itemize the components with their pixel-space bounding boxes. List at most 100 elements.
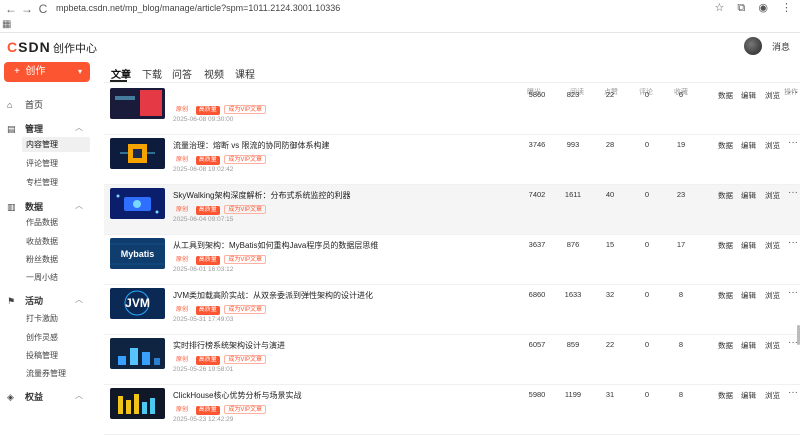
sidebar-item-weekly-summary[interactable]: 一周小结 bbox=[26, 272, 58, 283]
table-row[interactable]: 流量治理：熔断 vs 限流的协同防御体系构建 原创 高质量 成为VIP文章 20… bbox=[104, 135, 800, 185]
edit-button[interactable]: 编辑 bbox=[741, 190, 756, 201]
menu-icon[interactable]: ⋮ bbox=[781, 1, 792, 14]
sidebar-item-submission[interactable]: 投稿管理 bbox=[26, 350, 58, 361]
data-button[interactable]: 数据 bbox=[718, 190, 733, 201]
article-title[interactable]: 从工具到架构：MyBatis如何重构Java程序员的数据层思维 bbox=[173, 240, 378, 251]
edit-button[interactable]: 编辑 bbox=[741, 240, 756, 251]
data-button[interactable]: 数据 bbox=[718, 390, 733, 401]
table-row[interactable]: JVM JVM类加载高阶实战：从双亲委派到弹性架构的设计进化 原创 高质量 成为… bbox=[104, 285, 800, 335]
tag-vip[interactable]: 成为VIP文章 bbox=[224, 355, 267, 364]
browse-button[interactable]: 浏览 bbox=[765, 240, 780, 251]
article-thumbnail[interactable] bbox=[110, 138, 165, 169]
tab-videos[interactable]: 视频 bbox=[204, 66, 224, 81]
edit-button[interactable]: 编辑 bbox=[741, 140, 756, 151]
article-title[interactable]: JVM类加载高阶实战：从双亲委派到弹性架构的设计进化 bbox=[173, 290, 373, 301]
data-button[interactable]: 数据 bbox=[718, 290, 733, 301]
apps-icon[interactable]: ▦ bbox=[2, 19, 11, 30]
browse-button[interactable]: 浏览 bbox=[765, 140, 780, 151]
article-thumbnail[interactable]: Mybatis bbox=[110, 238, 165, 269]
avatar[interactable] bbox=[744, 37, 762, 55]
tab-downloads[interactable]: 下载 bbox=[142, 66, 162, 81]
data-button[interactable]: 数据 bbox=[718, 90, 733, 101]
edit-button[interactable]: 编辑 bbox=[741, 390, 756, 401]
plus-icon: + bbox=[14, 66, 20, 77]
reload-button[interactable]: C bbox=[36, 2, 50, 16]
article-thumbnail[interactable] bbox=[110, 338, 165, 369]
sidebar-item-works-data[interactable]: 作品数据 bbox=[26, 217, 58, 228]
article-thumbnail[interactable]: JVM bbox=[110, 288, 165, 319]
table-row[interactable]: ClickHouse核心优势分析与场景实战 原创 高质量 成为VIP文章 202… bbox=[104, 385, 800, 435]
exposure-count: 3637 bbox=[528, 240, 546, 249]
tag-vip[interactable]: 成为VIP文章 bbox=[224, 105, 267, 114]
sidebar-item-column-manage[interactable]: 专栏管理 bbox=[26, 177, 58, 188]
sidebar-item-income-data[interactable]: 收益数据 bbox=[26, 236, 58, 247]
browse-button[interactable]: 浏览 bbox=[765, 390, 780, 401]
more-icon[interactable]: ··· bbox=[788, 237, 798, 248]
table-row[interactable]: 实时排行榜系统架构设计与演进 原创 高质量 成为VIP文章 2025-05-26… bbox=[104, 335, 800, 385]
article-title[interactable]: ClickHouse核心优势分析与场景实战 bbox=[173, 390, 301, 401]
tab-articles[interactable]: 文章 bbox=[111, 66, 131, 81]
sidebar-item-content-manage[interactable]: 内容管理 bbox=[22, 137, 90, 152]
messages-link[interactable]: 消息 bbox=[772, 40, 790, 53]
sidebar-item-coupon[interactable]: 流量券管理 bbox=[26, 368, 66, 379]
comment-count: 0 bbox=[644, 340, 650, 349]
home-icon: ⌂ bbox=[7, 100, 13, 110]
article-title[interactable]: 流量治理：熔断 vs 限流的协同防御体系构建 bbox=[173, 140, 329, 151]
table-row[interactable]: Mybatis 从工具到架构：MyBatis如何重构Java程序员的数据层思维 … bbox=[104, 235, 800, 285]
star-icon[interactable]: ☆ bbox=[714, 1, 724, 14]
sidebar-section-activity[interactable]: ⚑ 活动 ︿ bbox=[7, 294, 83, 307]
tag-high-quality: 高质量 bbox=[195, 106, 220, 115]
tag-original: 原创 bbox=[176, 207, 189, 213]
article-date: 2025-05-31 17:49:03 bbox=[173, 316, 234, 323]
more-icon[interactable]: ··· bbox=[788, 137, 798, 148]
sidebar-item-home[interactable]: ⌂ 首页 bbox=[7, 98, 43, 111]
tab-courses[interactable]: 课程 bbox=[235, 66, 255, 81]
account-icon[interactable]: ◉ bbox=[758, 1, 768, 14]
edit-button[interactable]: 编辑 bbox=[741, 340, 756, 351]
chevron-up-icon: ︿ bbox=[75, 123, 83, 132]
sidebar-item-inspiration[interactable]: 创作灵感 bbox=[26, 332, 58, 343]
create-button[interactable]: + 创作 ▾ bbox=[4, 62, 90, 82]
chevron-up-icon: ︿ bbox=[75, 201, 83, 210]
tag-original: 原创 bbox=[176, 107, 189, 113]
more-icon[interactable]: ··· bbox=[788, 387, 798, 398]
article-title[interactable]: 实时排行榜系统架构设计与演进 bbox=[173, 340, 285, 351]
extensions-icon[interactable]: ⧉ bbox=[737, 2, 745, 15]
table-row[interactable]: 原创 高质量 成为VIP文章 2025-06-08 09:30:00 5860 … bbox=[104, 87, 800, 135]
browse-button[interactable]: 浏览 bbox=[765, 90, 780, 101]
tag-vip[interactable]: 成为VIP文章 bbox=[224, 305, 267, 314]
more-icon[interactable]: ··· bbox=[788, 87, 798, 98]
tag-vip[interactable]: 成为VIP文章 bbox=[224, 155, 267, 164]
data-button[interactable]: 数据 bbox=[718, 340, 733, 351]
browse-button[interactable]: 浏览 bbox=[765, 340, 780, 351]
address-bar[interactable]: mpbeta.csdn.net/mp_blog/manage/article?s… bbox=[56, 1, 716, 15]
article-thumbnail[interactable] bbox=[110, 88, 165, 119]
article-thumbnail[interactable] bbox=[110, 188, 165, 219]
edit-button[interactable]: 编辑 bbox=[741, 290, 756, 301]
forward-button[interactable]: → bbox=[20, 2, 34, 16]
sidebar-item-checkin[interactable]: 打卡激励 bbox=[26, 313, 58, 324]
more-icon[interactable]: ··· bbox=[788, 287, 798, 298]
tab-qa[interactable]: 问答 bbox=[172, 66, 192, 81]
sidebar-section-manage[interactable]: ▤ 管理 ︿ bbox=[7, 122, 83, 135]
back-button[interactable]: ← bbox=[4, 2, 18, 16]
tag-vip[interactable]: 成为VIP文章 bbox=[224, 405, 267, 414]
data-button[interactable]: 数据 bbox=[718, 240, 733, 251]
like-count: 22 bbox=[605, 90, 615, 99]
edit-button[interactable]: 编辑 bbox=[741, 90, 756, 101]
browse-button[interactable]: 浏览 bbox=[765, 290, 780, 301]
table-row[interactable]: SkyWalking架构深度解析：分布式系统监控的利器 原创 高质量 成为VIP… bbox=[104, 185, 800, 235]
sidebar-section-data[interactable]: ▥ 数据 ︿ bbox=[7, 200, 83, 213]
more-icon[interactable]: ··· bbox=[788, 187, 798, 198]
sidebar-section-rights[interactable]: ◈ 权益 ︿ bbox=[7, 390, 83, 403]
tag-vip[interactable]: 成为VIP文章 bbox=[224, 255, 267, 264]
tag-vip[interactable]: 成为VIP文章 bbox=[224, 205, 267, 214]
browse-button[interactable]: 浏览 bbox=[765, 190, 780, 201]
csdn-logo[interactable]: CSDN bbox=[7, 39, 51, 55]
data-button[interactable]: 数据 bbox=[718, 140, 733, 151]
article-title[interactable]: SkyWalking架构深度解析：分布式系统监控的利器 bbox=[173, 190, 351, 201]
exposure-count: 7402 bbox=[528, 190, 546, 199]
article-thumbnail[interactable] bbox=[110, 388, 165, 419]
sidebar-item-fans-data[interactable]: 粉丝数据 bbox=[26, 254, 58, 265]
sidebar-item-comment-manage[interactable]: 评论管理 bbox=[26, 158, 58, 169]
